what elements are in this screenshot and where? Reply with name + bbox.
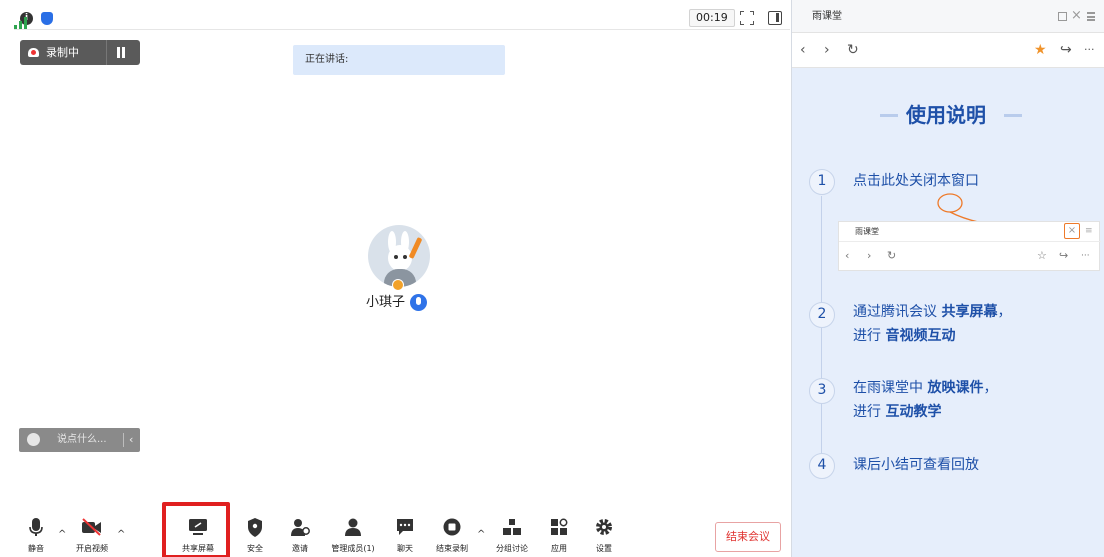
security-label: 安全 xyxy=(247,544,263,553)
mini-window-illustration: 雨课堂 × ≡ ‹ › ↻ ☆ ↪ ··· xyxy=(838,221,1101,271)
meeting-area: i 00:19 录制中 正在讲话: xyxy=(0,0,791,557)
avatar xyxy=(368,225,430,287)
share-icon[interactable]: ↪ xyxy=(1060,42,1072,58)
app-root: i 00:19 录制中 正在讲话: xyxy=(0,0,1104,557)
recording-divider xyxy=(106,40,107,65)
mini-refresh-icon: ↻ xyxy=(887,249,897,262)
video-label: 开启视频 xyxy=(76,544,108,553)
add-user-icon xyxy=(291,519,310,536)
mini-share-icon: ↪ xyxy=(1059,249,1069,262)
mini-window-title: 雨课堂 xyxy=(855,227,879,236)
chat-placeholder: 说点什么... xyxy=(57,434,107,445)
manage-members-button[interactable]: 管理成员(1) xyxy=(328,510,378,557)
fullscreen-icon[interactable] xyxy=(740,11,754,25)
participant-tile[interactable]: 小琪子 xyxy=(366,225,432,317)
step-text: 课后小结可查看回放 xyxy=(853,457,979,473)
step-number: 2 xyxy=(809,302,835,328)
chat-divider xyxy=(123,433,124,447)
chevron-left-icon[interactable]: ‹ xyxy=(129,432,133,447)
more-icon[interactable]: ··· xyxy=(1084,42,1095,58)
title-decoration xyxy=(1004,114,1022,117)
gear-icon xyxy=(596,519,612,535)
end-recording-button[interactable]: 结束录制 xyxy=(432,510,472,557)
back-icon[interactable]: ‹ xyxy=(800,42,806,58)
panel-title: 雨课堂 xyxy=(812,11,842,22)
chat-input[interactable]: 说点什么... ‹ xyxy=(19,428,140,452)
layout-icon[interactable] xyxy=(768,11,782,25)
camera-off-icon xyxy=(82,518,101,536)
mini-menu-icon: ≡ xyxy=(1085,226,1093,236)
share-screen-highlight xyxy=(162,502,230,557)
chevron-up-icon[interactable]: ^ xyxy=(58,530,66,540)
menu-icon[interactable] xyxy=(1087,12,1095,21)
meeting-timer: 00:19 xyxy=(689,9,735,27)
meeting-toolbar: 静音 ^ 开启视频 ^ 共享屏幕 安全 邀请 管理成员(1) 聊天 结束录制 ^… xyxy=(0,510,791,557)
title-decoration xyxy=(880,114,898,117)
settings-button[interactable]: 设置 xyxy=(589,510,619,557)
meeting-top-bar: i 00:19 xyxy=(14,6,790,30)
mini-more-icon: ··· xyxy=(1081,251,1090,261)
refresh-icon[interactable]: ↻ xyxy=(847,42,859,58)
chat-button[interactable]: 聊天 xyxy=(390,510,420,557)
step-number: 3 xyxy=(809,378,835,404)
rain-classroom-panel: 雨课堂 × ‹ › ↻ ★ ↪ ··· 使用说明 1 点击此处关闭本窗口 雨课堂 xyxy=(791,0,1104,557)
pause-icon[interactable] xyxy=(116,47,126,58)
shield-icon xyxy=(248,518,262,537)
step-number: 4 xyxy=(809,453,835,479)
chat-label: 聊天 xyxy=(397,544,413,553)
invite-button[interactable]: 邀请 xyxy=(285,510,315,557)
step-number: 1 xyxy=(809,169,835,195)
chevron-up-icon[interactable]: ^ xyxy=(117,530,125,540)
mini-star-icon: ☆ xyxy=(1037,249,1047,262)
cloud-record-icon xyxy=(28,48,39,57)
rabbit-eye xyxy=(394,255,398,259)
host-badge-icon xyxy=(392,279,404,291)
end-meeting-button[interactable]: 结束会议 xyxy=(715,522,781,552)
breakout-label: 分组讨论 xyxy=(496,544,528,553)
mini-close-icon: × xyxy=(1064,223,1080,239)
microphone-icon xyxy=(29,518,43,536)
invite-label: 邀请 xyxy=(292,544,308,553)
star-icon[interactable]: ★ xyxy=(1034,42,1047,58)
manage-label: 管理成员(1) xyxy=(331,544,375,553)
settings-label: 设置 xyxy=(596,544,612,553)
guide-title-row: 使用说明 xyxy=(792,100,1104,130)
apps-button[interactable]: 应用 xyxy=(544,510,574,557)
mute-label: 静音 xyxy=(28,544,44,553)
mute-button[interactable]: 静音 xyxy=(20,510,52,557)
step-text: 在雨课堂中 放映课件， 进行 互动教学 xyxy=(853,380,998,420)
end-recording-label: 结束录制 xyxy=(436,544,468,553)
forward-icon[interactable]: › xyxy=(824,42,830,58)
apps-label: 应用 xyxy=(551,544,567,553)
stop-icon[interactable] xyxy=(141,47,152,58)
recording-bar: 录制中 xyxy=(20,40,152,65)
mini-separator xyxy=(839,241,1101,242)
speaking-indicator: 正在讲话: xyxy=(293,45,505,75)
mini-forward-icon: › xyxy=(867,249,872,262)
recording-label: 录制中 xyxy=(46,46,79,59)
guide-title: 使用说明 xyxy=(906,103,986,127)
video-button[interactable]: 开启视频 xyxy=(72,510,112,557)
mini-back-icon: ‹ xyxy=(845,249,850,262)
chat-icon xyxy=(397,519,413,535)
close-icon[interactable]: × xyxy=(1071,8,1082,24)
emoji-icon[interactable] xyxy=(27,433,40,446)
shield-icon[interactable] xyxy=(41,12,53,25)
panel-navbar: ‹ › ↻ ★ ↪ ··· xyxy=(792,33,1104,68)
rabbit-head xyxy=(388,245,412,271)
participant-name: 小琪子 xyxy=(366,295,406,310)
restore-window-icon[interactable] xyxy=(1058,12,1067,21)
carrot-icon xyxy=(408,236,423,260)
security-button[interactable]: 安全 xyxy=(240,510,270,557)
apps-icon xyxy=(551,518,568,535)
rabbit-eye xyxy=(403,255,407,259)
microphone-icon xyxy=(410,294,427,311)
breakout-rooms-icon xyxy=(503,519,521,535)
breakout-button[interactable]: 分组讨论 xyxy=(492,510,532,557)
panel-titlebar: 雨课堂 × xyxy=(792,0,1104,33)
stop-record-icon xyxy=(443,518,461,536)
members-icon xyxy=(345,518,361,536)
step-text: 通过腾讯会议 共享屏幕， 进行 音视频互动 xyxy=(853,304,1012,344)
chevron-up-icon[interactable]: ^ xyxy=(477,530,485,540)
